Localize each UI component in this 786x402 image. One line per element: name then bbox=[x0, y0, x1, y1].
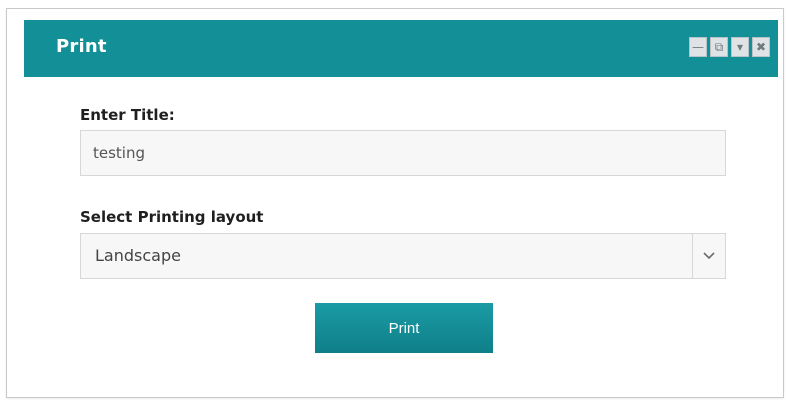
layout-select[interactable]: Landscape bbox=[80, 233, 726, 279]
layout-label: Select Printing layout bbox=[80, 208, 264, 226]
dialog-title: Print bbox=[56, 36, 107, 57]
minimize-icon[interactable]: — bbox=[689, 37, 707, 57]
title-input[interactable] bbox=[80, 130, 726, 176]
dialog-titlebar: Print — ⧉ ▾ ✖ bbox=[24, 20, 778, 77]
popout-icon[interactable]: ⧉ bbox=[710, 37, 728, 57]
print-button[interactable]: Print bbox=[315, 303, 493, 353]
close-icon[interactable]: ✖ bbox=[752, 37, 770, 57]
layout-selected-value: Landscape bbox=[95, 246, 181, 265]
dropdown-icon[interactable]: ▾ bbox=[731, 37, 749, 57]
title-label: Enter Title: bbox=[80, 106, 175, 124]
chevron-down-icon[interactable] bbox=[692, 234, 725, 278]
window-controls: — ⧉ ▾ ✖ bbox=[689, 37, 770, 57]
